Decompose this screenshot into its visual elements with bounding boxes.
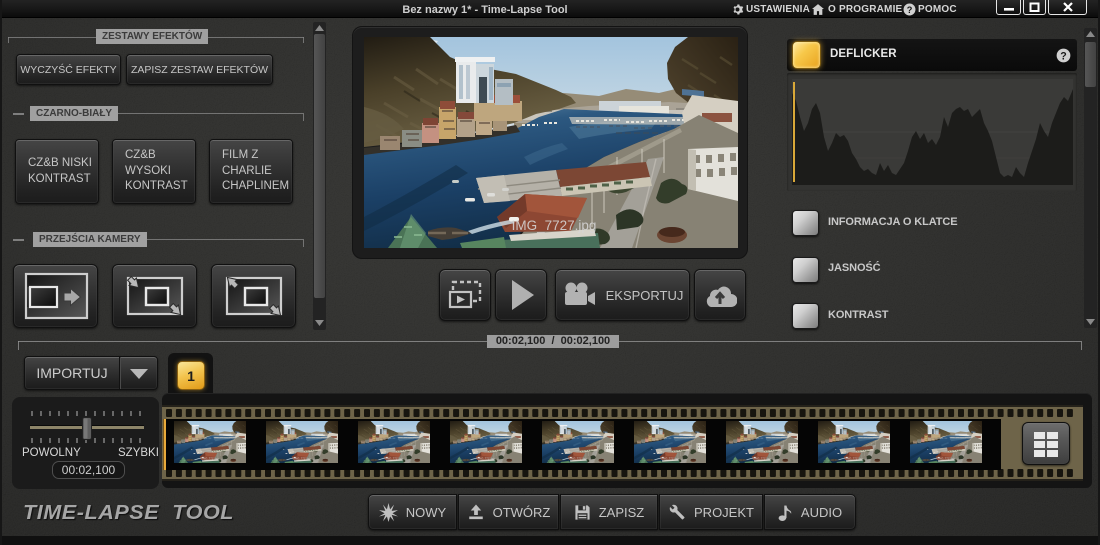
svg-text:?: ? (1060, 50, 1066, 62)
svg-text:?: ? (907, 5, 913, 15)
